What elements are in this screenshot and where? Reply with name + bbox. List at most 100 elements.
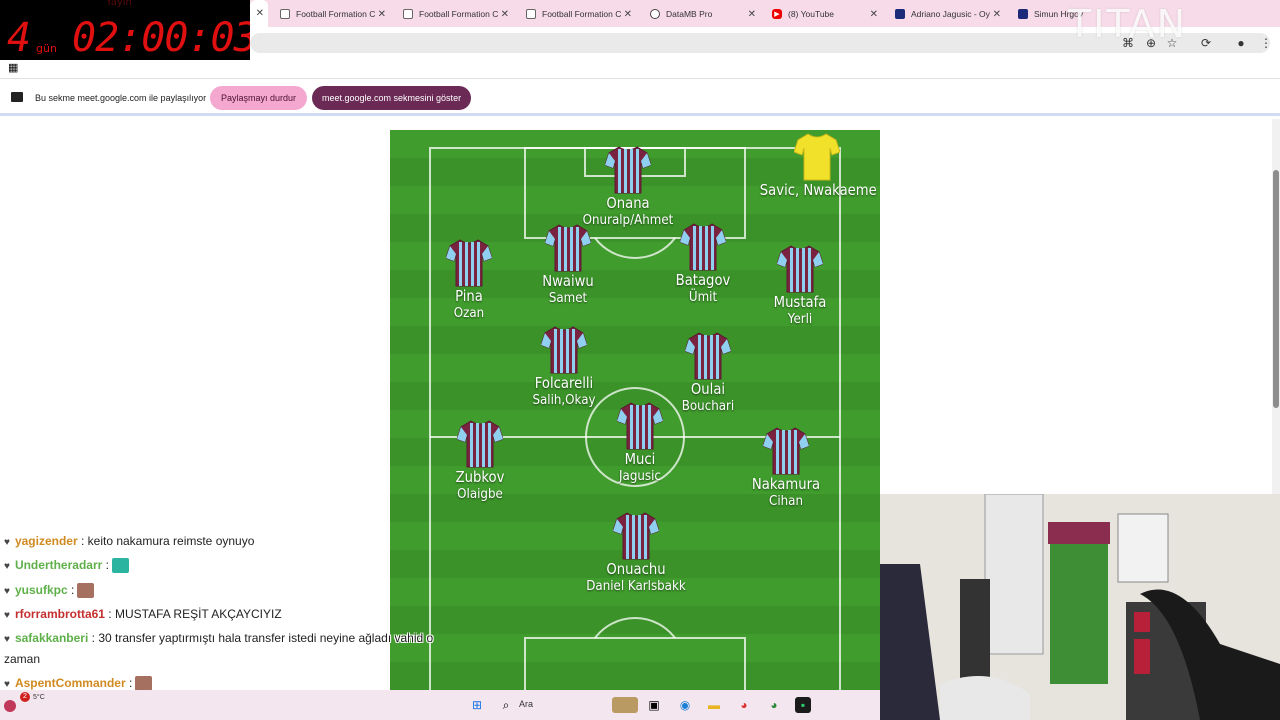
tab-adriano-jagusic[interactable]: Adriano Jagusic - Oy ✕ [889, 3, 1007, 25]
tab-label: DataMB Pro [666, 9, 713, 19]
player-name: Oulai [690, 380, 726, 398]
player-card: Zubkov Olaigbe [420, 419, 540, 502]
tab-active-blank[interactable]: ✕ [250, 0, 268, 27]
chat-message: ♥ yusufkpc : [4, 583, 95, 599]
tab-formation-3[interactable]: Football Formation C ✕ [520, 3, 638, 25]
tab-formation-2[interactable]: Football Formation C ✕ [397, 3, 515, 25]
heart-icon: ♥ [4, 586, 10, 597]
team-kit-icon [613, 512, 659, 560]
screen-share-icon [11, 92, 23, 102]
edge-browser-icon[interactable]: ◉ [677, 697, 693, 713]
stream-countdown-overlay: Yayın 4 gün 02:00:03 [0, 0, 250, 60]
player-card: Muci Jagusic [580, 401, 700, 484]
chat-username: AspentCommander [14, 676, 126, 690]
tab-formation-1[interactable]: Football Formation C ✕ [274, 3, 392, 25]
timer-days: 4 [7, 15, 32, 60]
show-meet-tab-button[interactable]: meet.google.com sekmesini göster [312, 86, 472, 110]
team-kit-icon [605, 146, 651, 194]
close-icon[interactable]: ✕ [624, 9, 632, 20]
player-alternate: Yerli [787, 311, 813, 327]
notification-badge: 2 [20, 692, 30, 702]
stop-sharing-button[interactable]: Paylaşmayı durdur [210, 86, 308, 110]
team-kit-icon [617, 402, 663, 450]
youtube-icon: ▶ [772, 9, 782, 19]
chat-username: yagizender [14, 534, 78, 548]
player-card: Savic, Nwakaeme [752, 132, 882, 199]
heart-icon: ♥ [4, 537, 10, 548]
formation-icon [526, 9, 536, 19]
team-kit-icon [777, 245, 823, 293]
chat-message: ♥ rforrambrotta61 : MUSTAFA REŞİT AKÇAYCI… [4, 607, 282, 621]
webcam-overlay [880, 494, 1280, 720]
windows-start-icon[interactable]: ⊞ [469, 697, 485, 713]
sharing-status-text: Bu sekme meet.google.com ile paylaşılıyo… [35, 93, 207, 103]
task-view-icon[interactable]: ▣ [646, 697, 662, 713]
close-icon[interactable]: ✕ [256, 8, 264, 19]
weather-temp: 5°C [33, 694, 45, 701]
weather-widget[interactable] [4, 700, 16, 712]
chrome-icon[interactable]: ◕ [736, 697, 752, 713]
file-explorer-icon[interactable]: ▬ [706, 697, 722, 713]
chat-message: zaman [4, 652, 40, 666]
team-kit-icon [457, 420, 503, 468]
tab-label: Adriano Jagusic - Oy [911, 9, 990, 19]
player-card: Folcarelli Salih,Okay [504, 325, 624, 408]
app-icon[interactable]: ▪ [795, 697, 811, 713]
chat-message: ♥ yagizender : keito nakamura reimste oyn… [4, 534, 254, 548]
search-highlight-icon[interactable] [612, 697, 638, 713]
close-icon[interactable]: ✕ [870, 9, 878, 20]
player-name: Folcarelli [534, 374, 594, 392]
search-icon[interactable]: ⌕ [498, 697, 514, 713]
close-icon[interactable]: ✕ [748, 9, 756, 20]
player-name: Onuachu [606, 560, 666, 578]
player-card: Nakamura Cihan [726, 426, 846, 509]
player-alternate: Cihan [769, 493, 803, 509]
close-icon[interactable]: ✕ [993, 9, 1001, 20]
player-alternate: Samet [548, 290, 588, 306]
menu-icon[interactable]: ⋮ [1258, 35, 1274, 51]
team-kit-icon [680, 223, 726, 271]
player-name: Nwaiwu [542, 272, 594, 290]
timer-label: Yayın [106, 0, 132, 8]
player-card: Onana Onuralp/Ahmet [568, 145, 688, 228]
player-name: Nakamura [751, 475, 821, 493]
team-kit-icon [763, 427, 809, 475]
player-alternate: Jagusic [619, 468, 661, 484]
player-name: Pina [455, 287, 483, 305]
chat-text: : 30 transfer yaptırmıştı hala transfer … [88, 631, 434, 645]
tab-label: Football Formation C [296, 9, 376, 19]
stream-brand-watermark: TITAN [1068, 2, 1188, 46]
profile-avatar-icon[interactable]: ● [1233, 35, 1249, 51]
tab-youtube[interactable]: ▶ (8) YouTube ✕ [766, 3, 884, 25]
team-kit-icon [446, 239, 492, 287]
apps-grid-icon[interactable]: ▦ [8, 61, 18, 74]
scrollbar-thumb[interactable] [1273, 170, 1279, 408]
heart-icon: ♥ [4, 610, 10, 621]
heart-icon: ♥ [4, 679, 10, 690]
chat-text: : keito nakamura reimste oynuyo [77, 534, 255, 548]
chrome-profile-icon[interactable]: ◕ [766, 697, 782, 713]
tab-label: Football Formation C [419, 9, 499, 19]
close-icon[interactable]: ✕ [501, 9, 509, 20]
player-name: Savic, Nwakaeme [759, 181, 877, 199]
webcam-scene [880, 494, 1280, 720]
heart-icon: ♥ [4, 561, 10, 572]
page-icon [1018, 9, 1028, 19]
chat-username: Undertheradarr [14, 558, 103, 572]
tab-label: (8) YouTube [788, 9, 834, 19]
tab-datamb[interactable]: DataMB Pro ✕ [644, 3, 762, 25]
close-icon[interactable]: ✕ [378, 9, 386, 20]
chat-text: zaman [4, 652, 41, 666]
tab-label: Football Formation C [542, 9, 622, 19]
chat-username: rforrambrotta61 [14, 607, 105, 621]
player-name: Zubkov [455, 468, 505, 486]
player-card: Onuachu Daniel Karlsbakk [576, 511, 696, 594]
chat-message: ♥ safakkanberi : 30 transfer yaptırmıştı … [4, 631, 433, 645]
timer-days-unit: gün [36, 42, 57, 55]
extensions-icon[interactable]: ⟳ [1198, 35, 1214, 51]
player-name: Onana [606, 194, 650, 212]
emote-icon [111, 558, 129, 574]
chat-message: ♥ Undertheradarr : [4, 558, 129, 574]
team-kit-icon [545, 224, 591, 272]
taskbar-search-input[interactable]: Ara [519, 699, 533, 709]
